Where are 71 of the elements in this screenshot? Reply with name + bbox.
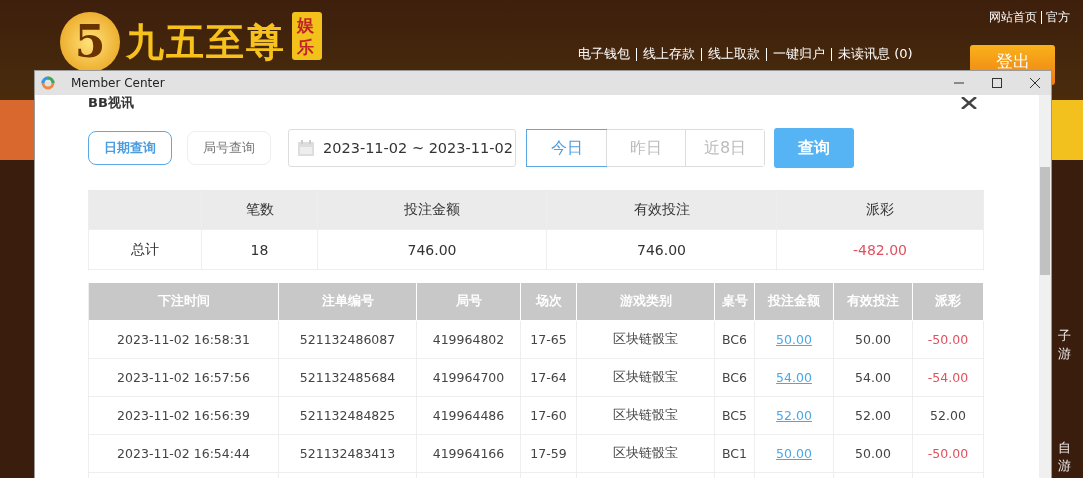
bet-amount-link[interactable]: 54.00	[776, 370, 812, 385]
summary-header: 投注金额	[318, 190, 547, 230]
side-label[interactable]: 子游	[1058, 327, 1083, 363]
table-cell: 17-59	[521, 435, 577, 473]
side-label[interactable]: 自游	[1058, 439, 1083, 475]
nav-link[interactable]: 线上取款	[708, 45, 760, 63]
table-cell: 17-60	[521, 397, 577, 435]
summary-header: 笔数	[202, 190, 318, 230]
section-title: BB视讯	[88, 96, 134, 110]
close-icon[interactable]	[960, 97, 978, 109]
table-cell: 区块链骰宝	[577, 321, 715, 359]
table-cell: 52.00	[913, 397, 984, 435]
table-cell: 17-65	[521, 321, 577, 359]
table-cell: 17-64	[521, 359, 577, 397]
bet-amount-link[interactable]: 50.00	[776, 332, 812, 347]
table-cell: 50.00	[834, 321, 913, 359]
table-cell: 2023-11-02 16:54:44	[88, 435, 279, 473]
top-link[interactable]: 官方	[1046, 9, 1070, 26]
maximize-icon[interactable]	[991, 77, 1003, 89]
table-cell: BC6	[715, 359, 755, 397]
app-icon	[41, 76, 55, 90]
table-cell: 区块链骰宝	[577, 397, 715, 435]
nav-link[interactable]: 未读讯息 (0)	[838, 45, 913, 63]
table-cell: 521132486087	[279, 321, 417, 359]
nav-link[interactable]: 线上存款	[643, 45, 695, 63]
table-cell: 52.00	[834, 397, 913, 435]
logo-name: 九五至尊	[126, 18, 286, 66]
summary-header: 有效投注	[547, 190, 777, 230]
table-cell: 区块链骰宝	[577, 435, 715, 473]
bet-amount-link[interactable]: 52.00	[776, 408, 812, 423]
table-cell: BC1	[715, 435, 755, 473]
summary-cell: -482.00	[777, 230, 984, 270]
scrollbar[interactable]	[1039, 95, 1051, 478]
top-link[interactable]: 网站首页	[989, 9, 1037, 26]
date-range-field[interactable]: 2023-11-02 ~ 2023-11-02	[288, 129, 516, 167]
window-title: Member Center	[71, 76, 165, 90]
query-tab[interactable]: 日期查询	[88, 131, 172, 165]
table-cell: 区块链骰宝	[577, 359, 715, 397]
scrollbar-thumb[interactable]	[1040, 167, 1050, 275]
table-cell: 54.00	[834, 359, 913, 397]
date-preset-button[interactable]: 今日	[527, 130, 606, 166]
table-cell: 521132485684	[279, 359, 417, 397]
table-cell: 2023-11-02 16:56:39	[88, 397, 279, 435]
table-cell: 2023-11-02 16:57:56	[88, 359, 279, 397]
nav-link[interactable]: 电子钱包	[578, 45, 630, 63]
summary-header: 派彩	[777, 190, 984, 230]
date-range-value: 2023-11-02 ~ 2023-11-02	[323, 140, 513, 156]
bet-amount-link[interactable]: 50.00	[776, 446, 812, 461]
table-cell: -54.00	[913, 359, 984, 397]
table-cell: 419964700	[417, 359, 521, 397]
calendar-icon	[297, 139, 315, 157]
table-cell: 2023-11-02 16:58:31	[88, 321, 279, 359]
table-cell: BC6	[715, 321, 755, 359]
table-cell: 419964802	[417, 321, 521, 359]
table-cell: 521132484825	[279, 397, 417, 435]
query-tab[interactable]: 局号查询	[187, 131, 271, 165]
nav-link[interactable]: 一键归户	[773, 45, 825, 63]
logo-digit: 5	[60, 12, 120, 72]
table-cell: BC5	[715, 397, 755, 435]
logo-badge: 娱乐	[292, 12, 322, 60]
summary-cell: 746.00	[547, 230, 777, 270]
table-cell: 521132483413	[279, 435, 417, 473]
summary-cell: 746.00	[318, 230, 547, 270]
table-cell: 419964486	[417, 397, 521, 435]
summary-cell: 总计	[88, 230, 202, 270]
table-cell: -50.00	[913, 435, 984, 473]
table-cell: 50.00	[834, 435, 913, 473]
close-icon[interactable]	[1029, 77, 1041, 89]
table-cell: -50.00	[913, 321, 984, 359]
table-cell: 419964166	[417, 435, 521, 473]
summary-cell: 18	[202, 230, 318, 270]
